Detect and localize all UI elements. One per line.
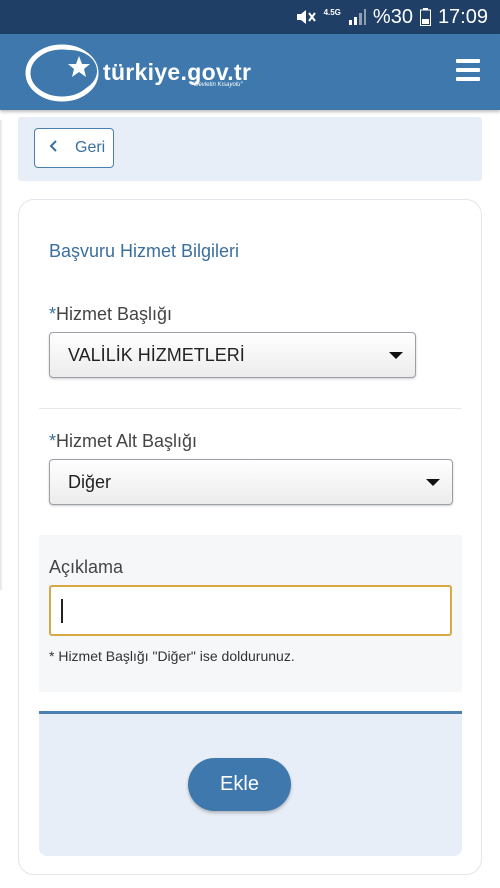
- action-panel: Ekle: [39, 711, 462, 856]
- service-subtitle-selected: Diğer: [68, 471, 112, 492]
- service-subtitle-label-text: Hizmet Alt Başlığı: [56, 431, 198, 451]
- description-input[interactable]: [49, 585, 452, 636]
- menu-line: [456, 59, 480, 63]
- service-title-label-text: Hizmet Başlığı: [56, 304, 173, 324]
- site-header: türkiye.gov.tr "Devletin Kısayolu": [0, 34, 500, 110]
- description-label: Açıklama: [49, 557, 124, 577]
- back-bar: Geri: [18, 117, 482, 181]
- service-title-label: *Hizmet Başlığı: [49, 304, 172, 325]
- description-hint: * Hizmet Başlığı "Diğer" ise doldurunuz.: [49, 648, 295, 664]
- service-subtitle-select[interactable]: Diğer: [49, 459, 453, 505]
- crescent-star-icon: [25, 44, 99, 102]
- dropdown-caret-icon: [426, 479, 440, 486]
- menu-line: [456, 68, 480, 72]
- clock: 17:09: [437, 5, 488, 28]
- required-mark: *: [49, 431, 57, 451]
- description-block: Açıklama * Hizmet Başlığı "Diğer" ise do…: [39, 535, 462, 692]
- back-button[interactable]: Geri: [34, 128, 114, 168]
- text-cursor: [61, 599, 63, 623]
- service-subtitle-label: *Hizmet Alt Başlığı: [49, 431, 197, 452]
- page-edge-shadow: [0, 120, 3, 590]
- service-title-select[interactable]: VALİLİK HİZMETLERİ: [49, 332, 416, 378]
- battery-percent: %30: [372, 5, 413, 28]
- back-button-label: Geri: [75, 139, 106, 156]
- divider: [39, 408, 462, 409]
- logo-slogan: "Devletin Kısayolu": [192, 82, 243, 88]
- dropdown-caret-icon: [389, 352, 403, 359]
- chevron-left-icon: [44, 139, 64, 158]
- section-title: Başvuru Hizmet Bilgileri: [49, 241, 240, 261]
- service-title-selected: VALİLİK HİZMETLERİ: [68, 344, 245, 365]
- hamburger-menu-icon[interactable]: [456, 59, 480, 81]
- signal-icon: [348, 9, 366, 25]
- required-mark: *: [49, 304, 57, 324]
- menu-line: [456, 77, 480, 81]
- status-bar: 4.5G %30 17:09: [0, 0, 500, 34]
- mute-icon: [295, 8, 317, 26]
- site-logo[interactable]: türkiye.gov.tr "Devletin Kısayolu": [24, 42, 314, 104]
- application-form-card: Başvuru Hizmet Bilgileri *Hizmet Başlığı…: [18, 199, 482, 875]
- add-button[interactable]: Ekle: [188, 758, 291, 811]
- battery-icon: [419, 8, 431, 26]
- network-type: 4.5G: [323, 8, 341, 17]
